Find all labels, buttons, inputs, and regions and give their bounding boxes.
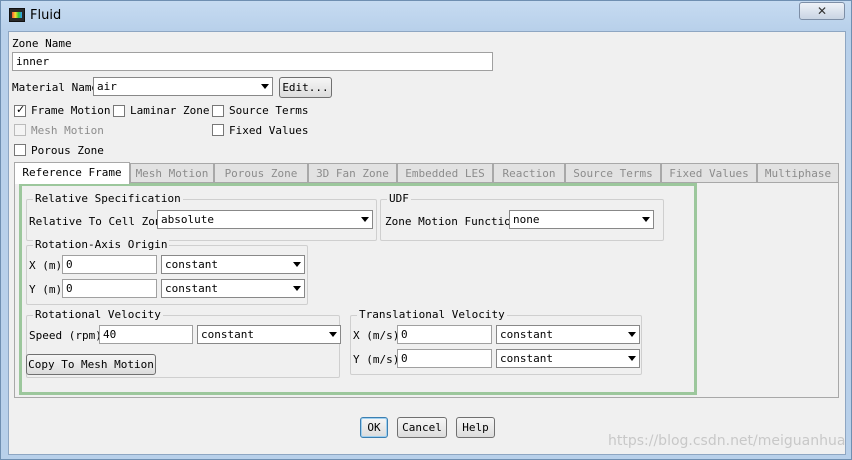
fixed-values-label: Fixed Values bbox=[229, 124, 309, 137]
tab-fixed-values[interactable]: Fixed Values bbox=[661, 163, 757, 183]
rotational-velocity-title: Rotational Velocity bbox=[33, 308, 163, 321]
watermark-text: https://blog.csdn.net/meiguanhua bbox=[608, 433, 846, 449]
title-bar[interactable]: Fluid ✕ bbox=[1, 1, 851, 31]
porous-zone-checkbox[interactable] bbox=[14, 144, 26, 156]
tab-mesh-motion[interactable]: Mesh Motion bbox=[130, 163, 214, 183]
close-icon: ✕ bbox=[816, 4, 828, 18]
velocity-x-input[interactable]: 0 bbox=[397, 325, 492, 344]
zone-name-input[interactable]: inner bbox=[12, 52, 493, 71]
relative-to-cell-zone-label: Relative To Cell Zone bbox=[29, 215, 169, 228]
material-select[interactable]: air bbox=[93, 77, 273, 96]
laminar-zone-label: Laminar Zone bbox=[130, 104, 210, 117]
speed-label: Speed (rpm) bbox=[29, 329, 102, 342]
origin-x-method-select[interactable]: constant bbox=[161, 255, 305, 274]
copy-to-mesh-motion-button[interactable]: Copy To Mesh Motion bbox=[26, 354, 156, 375]
material-name-label: Material Name bbox=[12, 81, 99, 94]
origin-y-method-select[interactable]: constant bbox=[161, 279, 305, 298]
velocity-y-method-value: constant bbox=[500, 352, 553, 365]
zone-motion-function-label: Zone Motion Function bbox=[385, 215, 518, 228]
relative-to-cell-zone-select[interactable]: absolute bbox=[157, 210, 373, 229]
fluid-dialog-window: Fluid ✕ Zone Name inner Material Name ai… bbox=[0, 0, 852, 460]
frame-motion-label: Frame Motion bbox=[31, 104, 111, 117]
origin-x-input[interactable]: 0 bbox=[62, 255, 157, 274]
rotation-axis-origin-group: Rotation-Axis Origin X (m) 0 constant Y … bbox=[26, 238, 308, 305]
chevron-down-icon bbox=[293, 262, 301, 267]
velocity-x-method-value: constant bbox=[500, 328, 553, 341]
chevron-down-icon bbox=[329, 332, 337, 337]
source-terms-checkbox[interactable] bbox=[212, 105, 224, 117]
tab-reference-frame[interactable]: Reference Frame bbox=[14, 162, 130, 184]
origin-y-input[interactable]: 0 bbox=[62, 279, 157, 298]
material-select-value: air bbox=[97, 80, 117, 93]
translational-velocity-group: Translational Velocity X (m/s) 0 constan… bbox=[350, 308, 642, 375]
close-button[interactable]: ✕ bbox=[799, 2, 845, 20]
tab-porous-zone[interactable]: Porous Zone bbox=[214, 163, 308, 183]
chevron-down-icon bbox=[642, 217, 650, 222]
udf-title: UDF bbox=[387, 192, 411, 205]
velocity-x-label: X (m/s) bbox=[353, 329, 400, 342]
chevron-down-icon bbox=[628, 356, 636, 361]
origin-x-label: X (m) bbox=[29, 259, 63, 272]
speed-method-value: constant bbox=[201, 328, 254, 341]
porous-zone-label: Porous Zone bbox=[31, 144, 104, 157]
fixed-values-checkbox[interactable] bbox=[212, 124, 224, 136]
ok-button[interactable]: OK bbox=[360, 417, 388, 438]
speed-method-select[interactable]: constant bbox=[197, 325, 341, 344]
chevron-down-icon bbox=[628, 332, 636, 337]
chevron-down-icon bbox=[361, 217, 369, 222]
rotation-axis-origin-title: Rotation-Axis Origin bbox=[33, 238, 170, 251]
chevron-down-icon bbox=[261, 84, 269, 89]
translational-velocity-title: Translational Velocity bbox=[357, 308, 507, 321]
mesh-motion-checkbox bbox=[14, 124, 26, 136]
origin-x-method-value: constant bbox=[165, 258, 218, 271]
chevron-down-icon bbox=[293, 286, 301, 291]
velocity-y-method-select[interactable]: constant bbox=[496, 349, 640, 368]
tab-source-terms[interactable]: Source Terms bbox=[565, 163, 661, 183]
origin-y-label: Y (m) bbox=[29, 283, 63, 296]
frame-motion-checkbox[interactable] bbox=[14, 103, 26, 117]
source-terms-label: Source Terms bbox=[229, 104, 309, 117]
help-button[interactable]: Help bbox=[456, 417, 495, 438]
tab-embedded-les[interactable]: Embedded LES bbox=[397, 163, 493, 183]
edit-material-button[interactable]: Edit... bbox=[279, 77, 332, 98]
tab-multiphase[interactable]: Multiphase bbox=[757, 163, 839, 183]
cancel-button[interactable]: Cancel bbox=[397, 417, 447, 438]
relative-specification-group: Relative Specification Relative To Cell … bbox=[26, 192, 377, 241]
relative-specification-title: Relative Specification bbox=[33, 192, 183, 205]
relative-to-cell-zone-value: absolute bbox=[161, 213, 214, 226]
window-title: Fluid bbox=[30, 8, 62, 23]
speed-input[interactable]: 40 bbox=[99, 325, 193, 344]
zone-name-label: Zone Name bbox=[12, 37, 72, 50]
reference-frame-panel: Relative Specification Relative To Cell … bbox=[19, 183, 697, 395]
rotational-velocity-group: Rotational Velocity Speed (rpm) 40 const… bbox=[26, 308, 341, 378]
velocity-x-method-select[interactable]: constant bbox=[496, 325, 640, 344]
zone-motion-function-value: none bbox=[513, 213, 540, 226]
tab-reaction[interactable]: Reaction bbox=[493, 163, 565, 183]
udf-group: UDF Zone Motion Function none bbox=[380, 192, 664, 241]
zone-motion-function-select[interactable]: none bbox=[509, 210, 654, 229]
laminar-zone-checkbox[interactable] bbox=[113, 105, 125, 117]
app-icon bbox=[9, 8, 25, 22]
velocity-y-input[interactable]: 0 bbox=[397, 349, 492, 368]
mesh-motion-label: Mesh Motion bbox=[31, 124, 104, 137]
velocity-y-label: Y (m/s) bbox=[353, 353, 400, 366]
origin-y-method-value: constant bbox=[165, 282, 218, 295]
tab-3d-fan-zone[interactable]: 3D Fan Zone bbox=[308, 163, 397, 183]
dialog-body: Zone Name inner Material Name air Edit..… bbox=[8, 31, 846, 455]
